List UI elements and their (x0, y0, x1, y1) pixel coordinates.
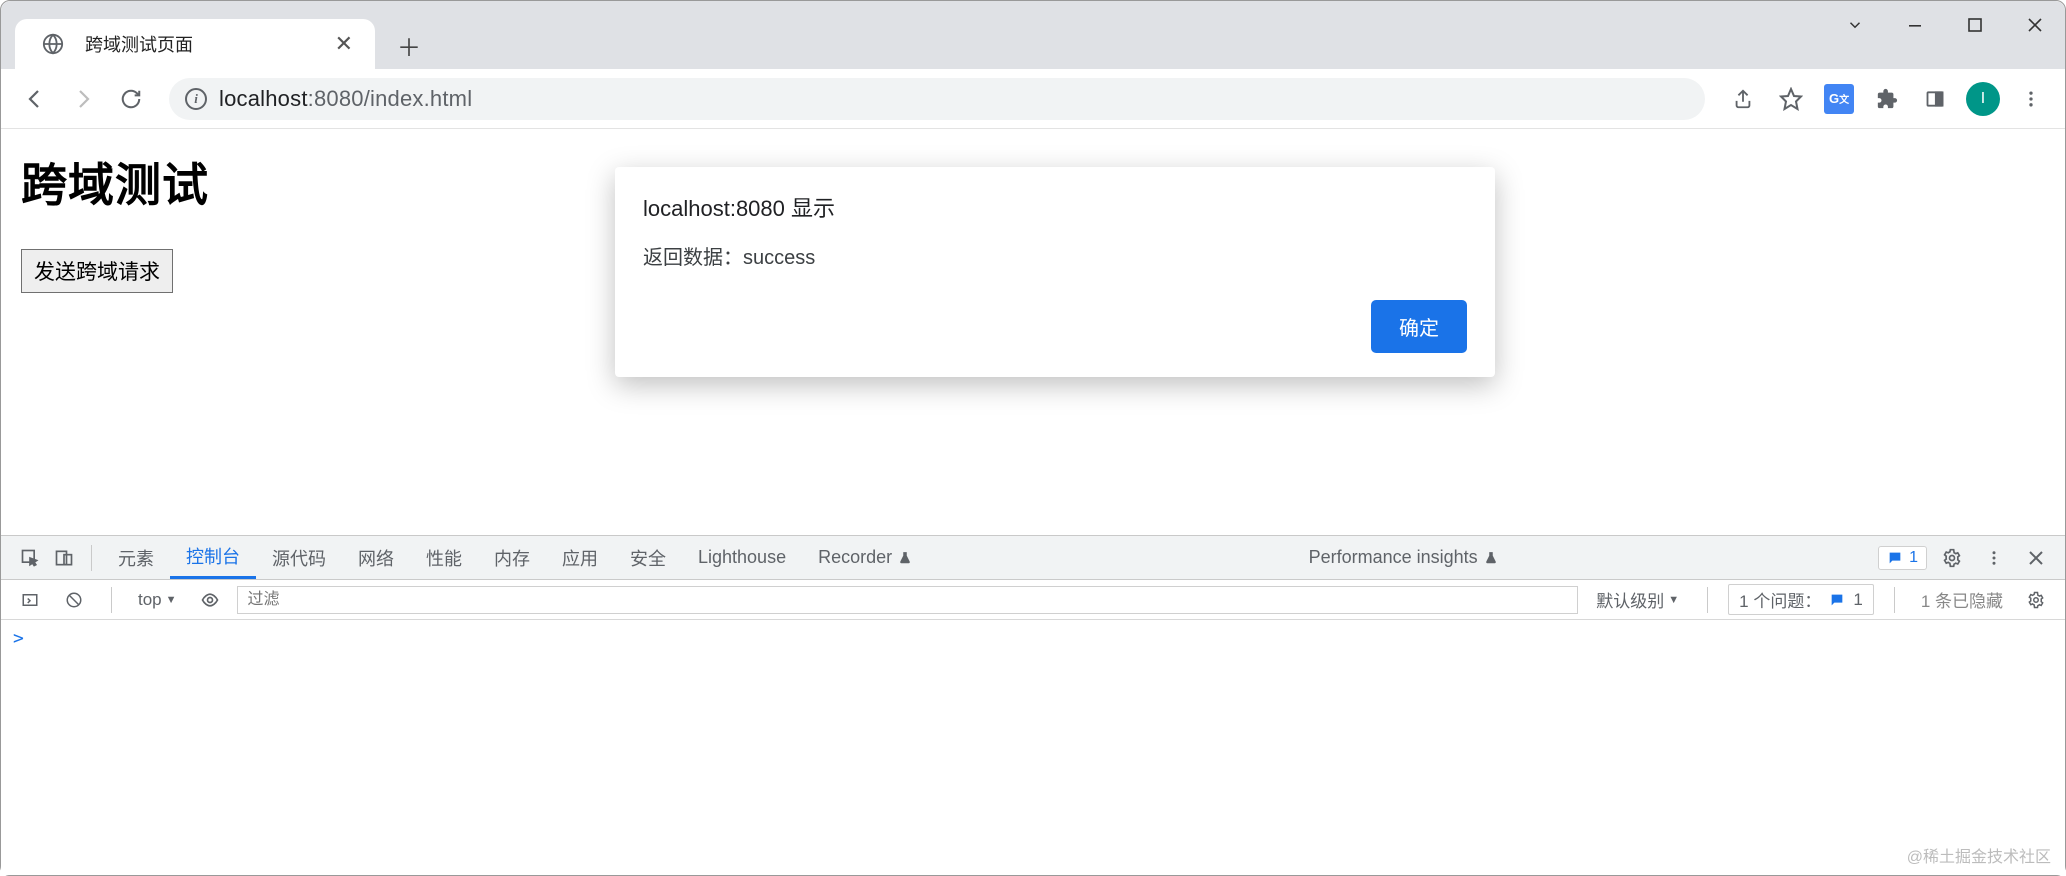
console-sidebar-toggle-icon[interactable] (13, 583, 47, 617)
tab-console[interactable]: 控制台 (170, 536, 256, 579)
flask-icon (898, 549, 912, 567)
side-panel-icon[interactable] (1915, 79, 1955, 119)
console-body[interactable]: > (1, 620, 2065, 875)
extensions-icon[interactable] (1867, 79, 1907, 119)
device-toggle-icon[interactable] (47, 541, 81, 575)
devtools-close-icon[interactable] (2019, 541, 2053, 575)
minimize-button[interactable] (1885, 1, 1945, 49)
url-port: :8080 (308, 86, 364, 111)
tab-title: 跨域测试页面 (85, 31, 193, 57)
tab-close-button[interactable]: ✕ (331, 29, 357, 59)
devtools-tab-bar: 元素 控制台 源代码 网络 性能 内存 应用 安全 Lighthouse Rec… (1, 536, 2065, 580)
profile-avatar[interactable]: I (1963, 79, 2003, 119)
log-level-selector[interactable]: 默认级别 ▼ (1588, 587, 1687, 612)
tab-recorder[interactable]: Recorder (802, 536, 928, 579)
translate-icon[interactable]: G文 (1819, 79, 1859, 119)
dropdown-icon[interactable] (1825, 1, 1885, 49)
inspect-element-icon[interactable] (13, 541, 47, 575)
alert-ok-button[interactable]: 确定 (1371, 300, 1467, 353)
address-bar[interactable]: i localhost:8080/index.html (169, 78, 1705, 120)
tab-security[interactable]: 安全 (614, 536, 682, 579)
back-button[interactable] (15, 79, 55, 119)
menu-icon[interactable] (2011, 79, 2051, 119)
url-text: localhost:8080/index.html (219, 86, 472, 112)
tab-sources[interactable]: 源代码 (256, 536, 342, 579)
console-toolbar: top ▼ 默认级别 ▼ 1 个问题： 1 1 条已隐藏 (1, 580, 2065, 620)
close-window-button[interactable] (2005, 1, 2065, 49)
live-expression-icon[interactable] (193, 583, 227, 617)
devtools-more-icon[interactable] (1977, 541, 2011, 575)
js-alert-dialog: localhost:8080 显示 返回数据：success 确定 (615, 167, 1495, 377)
url-path: /index.html (364, 86, 473, 111)
console-prompt: > (13, 628, 24, 649)
titlebar: 跨域测试页面 ✕ ＋ (1, 1, 2065, 69)
devtools-panel: 元素 控制台 源代码 网络 性能 内存 应用 安全 Lighthouse Rec… (1, 535, 2065, 875)
problems-label: 1 个问题： (1739, 587, 1821, 612)
issues-count: 1 (1909, 549, 1918, 567)
bookmark-star-icon[interactable] (1771, 79, 1811, 119)
globe-icon (33, 24, 73, 64)
tab-elements[interactable]: 元素 (102, 536, 170, 579)
alert-message: 返回数据：success (643, 241, 1467, 270)
browser-tab[interactable]: 跨域测试页面 ✕ (15, 19, 375, 69)
url-host: localhost (219, 86, 308, 111)
tab-memory[interactable]: 内存 (478, 536, 546, 579)
browser-toolbar: i localhost:8080/index.html G文 I (1, 69, 2065, 129)
problems-indicator[interactable]: 1 个问题： 1 (1728, 584, 1874, 615)
issues-badge[interactable]: 1 (1878, 546, 1927, 570)
problems-count: 1 (1853, 590, 1862, 610)
console-settings-icon[interactable] (2019, 583, 2053, 617)
tab-application[interactable]: 应用 (546, 536, 614, 579)
site-info-icon[interactable]: i (185, 88, 207, 110)
share-icon[interactable] (1723, 79, 1763, 119)
send-cors-request-button[interactable]: 发送跨域请求 (21, 249, 173, 293)
message-icon (1829, 592, 1845, 608)
new-tab-button[interactable]: ＋ (389, 25, 429, 65)
tab-network[interactable]: 网络 (342, 536, 410, 579)
forward-button[interactable] (63, 79, 103, 119)
message-icon (1887, 550, 1903, 566)
tab-strip: 跨域测试页面 ✕ ＋ (1, 1, 429, 69)
alert-title: localhost:8080 显示 (643, 191, 1467, 223)
maximize-button[interactable] (1945, 1, 2005, 49)
watermark-text: @稀土掘金技术社区 (1907, 843, 2051, 867)
context-selector[interactable]: top ▼ (132, 588, 183, 612)
tab-performance-insights[interactable]: Performance insights (1293, 536, 1514, 579)
tab-performance[interactable]: 性能 (410, 536, 478, 579)
console-filter-input[interactable] (237, 586, 1579, 614)
devtools-settings-icon[interactable] (1935, 541, 1969, 575)
hidden-messages-label: 1 条已隐藏 (1915, 587, 2009, 612)
window-controls (1825, 1, 2065, 49)
reload-button[interactable] (111, 79, 151, 119)
tab-lighthouse[interactable]: Lighthouse (682, 536, 802, 579)
flask-icon (1484, 549, 1498, 567)
clear-console-icon[interactable] (57, 583, 91, 617)
